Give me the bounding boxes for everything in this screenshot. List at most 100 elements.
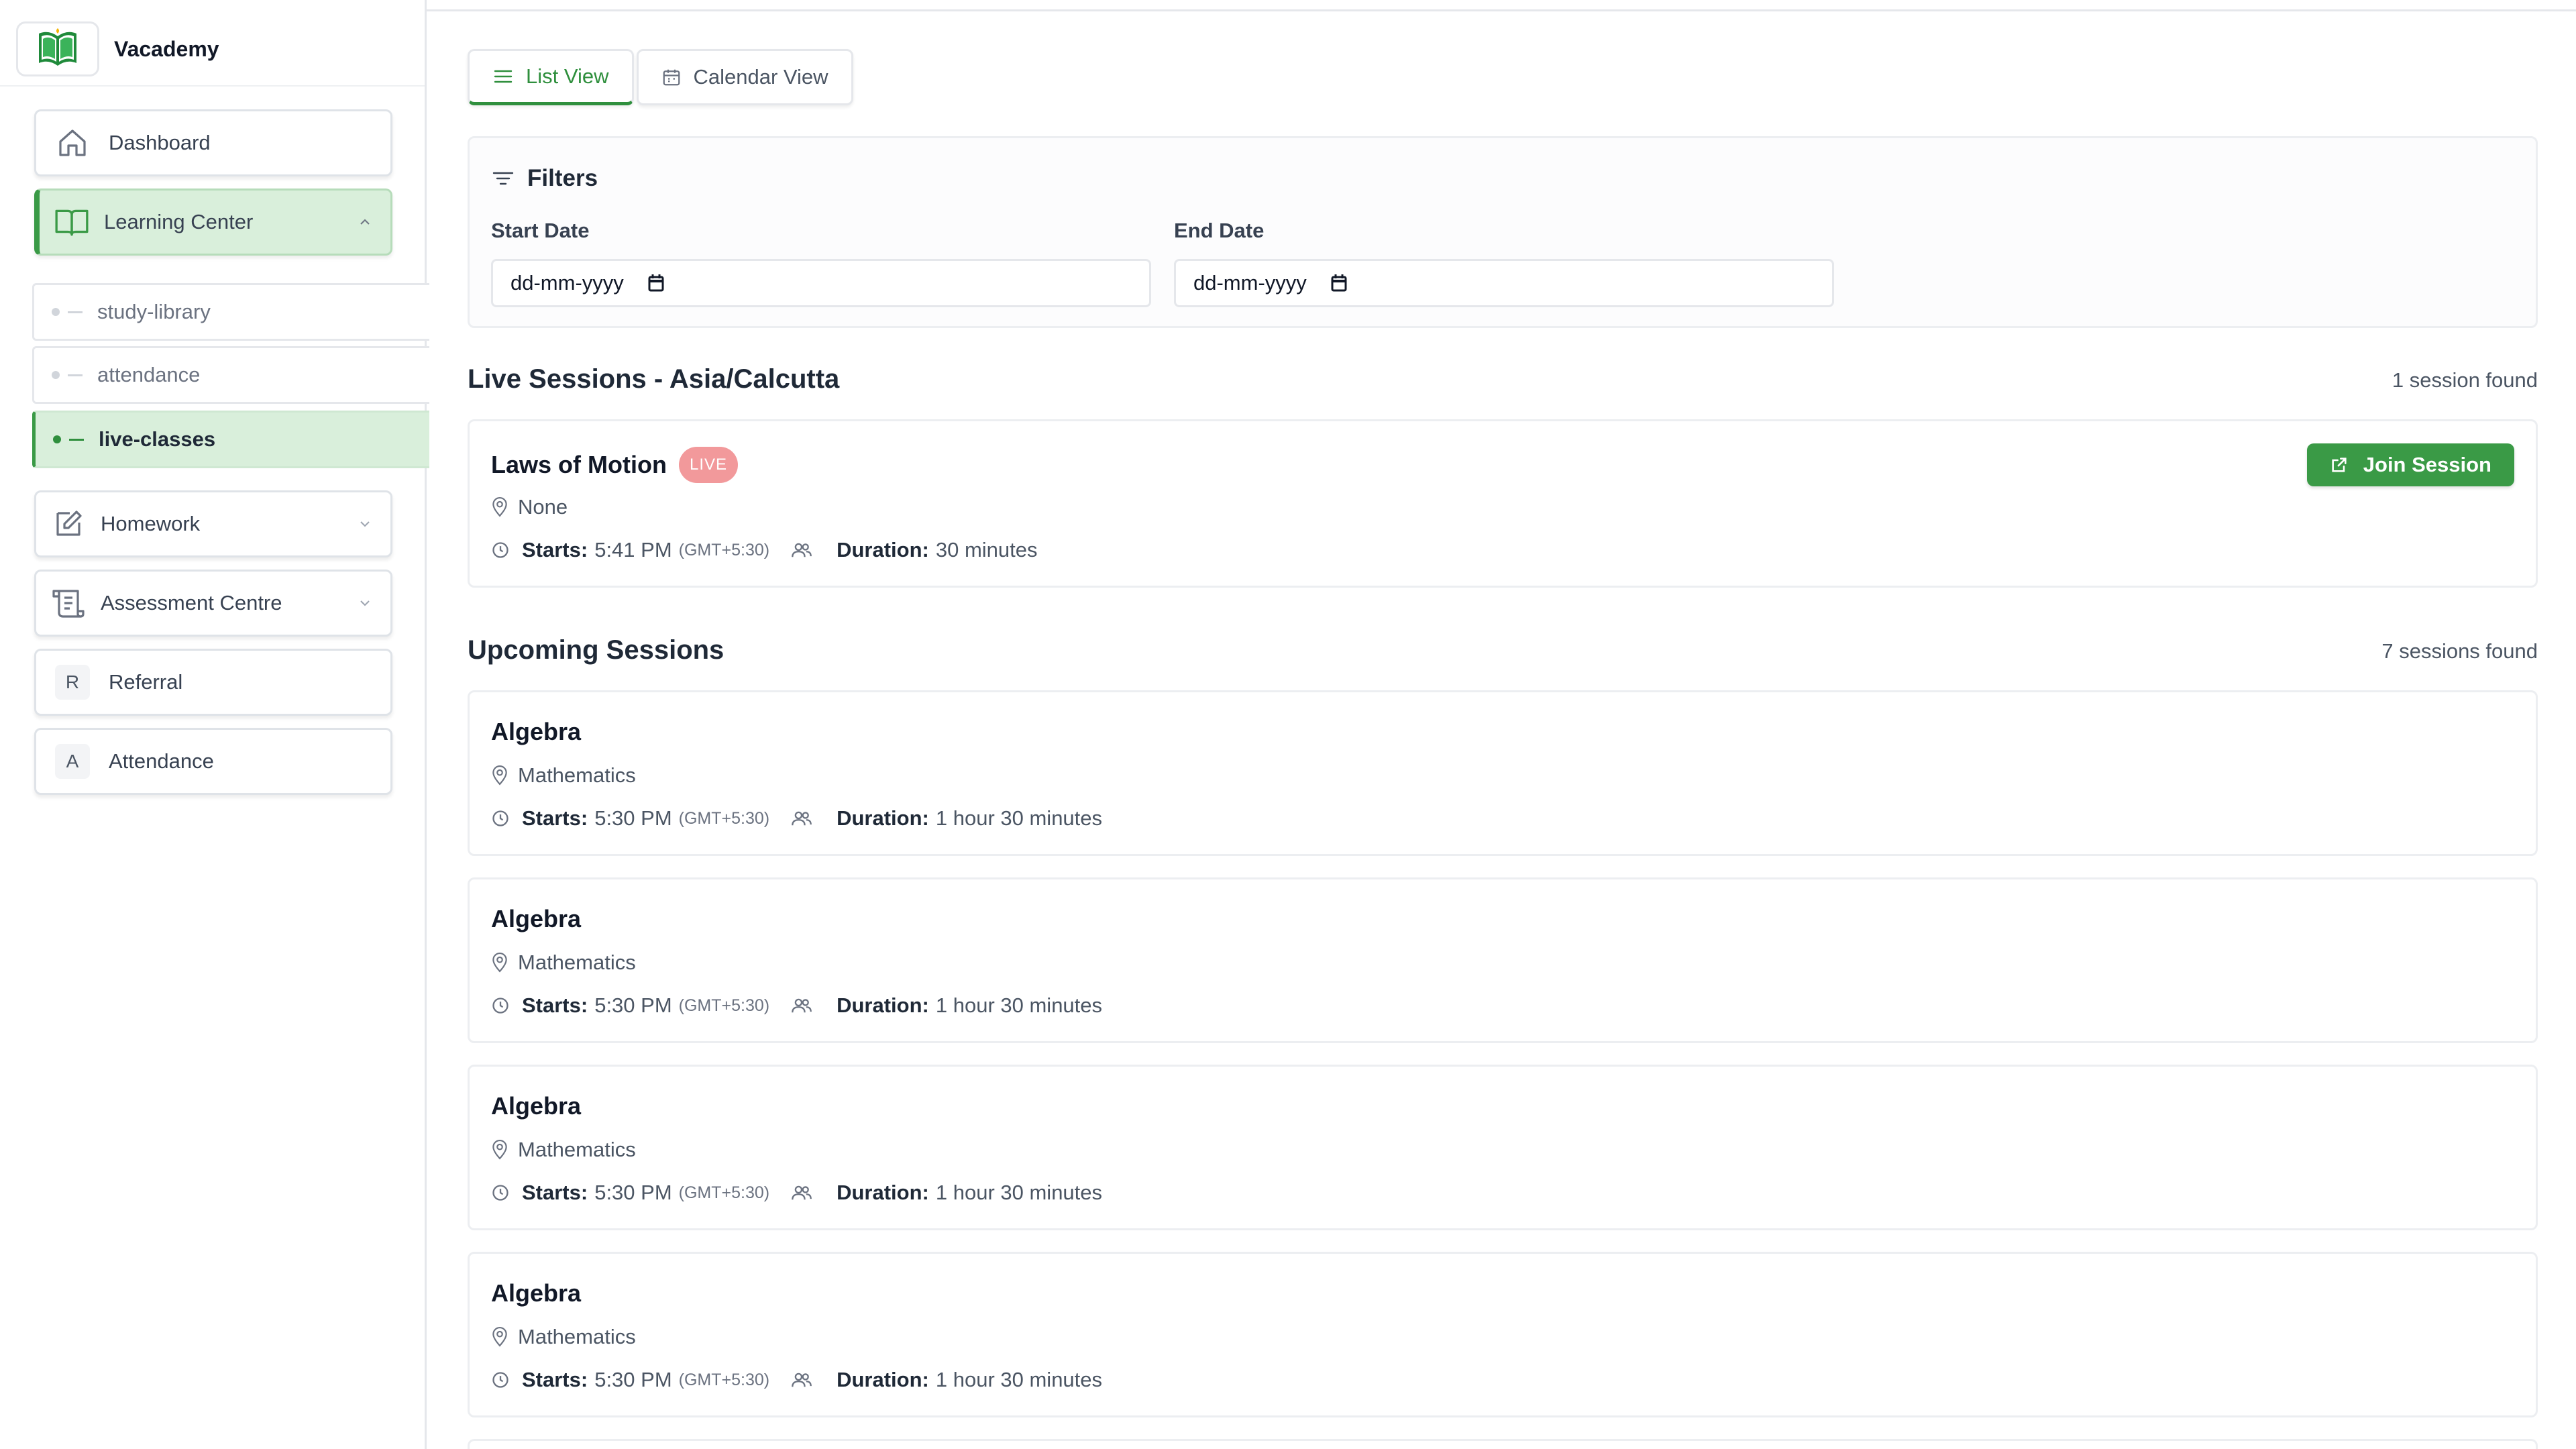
session-location: None [491,495,568,519]
list-view-label: List View [526,64,609,88]
sidebar-item-dashboard[interactable]: Dashboard [34,109,392,176]
calendar-picker-icon[interactable] [1330,273,1348,293]
session-location-text: Mathematics [518,763,636,787]
duration-label: Duration: [837,994,929,1017]
calendar-view-label: Calendar View [693,65,828,89]
users-icon [791,541,824,559]
sidebar-item-label: Learning Center [104,210,254,233]
clock-icon [491,541,522,559]
clock-icon [491,1371,522,1389]
upcoming-session-card[interactable]: Algebra Mathematics Starts: 5:30 PM (GMT… [468,877,2538,1043]
users-icon [791,810,824,827]
live-badge: LIVE [678,447,738,483]
sidebar-item-learning-center[interactable]: Learning Center [34,189,392,256]
list-icon [492,68,526,85]
bullet-icon [53,435,61,443]
session-timezone: (GMT+5:30) [678,1183,770,1202]
session-location: Mathematics [491,763,636,788]
sidebar-subitem-live-classes[interactable]: live-classes [32,411,429,468]
sidebar-item-homework[interactable]: Homework [34,490,392,557]
duration-label: Duration: [837,538,929,561]
start-date-input[interactable]: dd-mm-yyyy [491,259,1151,307]
starts-label: Starts: [522,1181,588,1204]
bullet-icon [52,308,60,316]
start-date-label: Start Date [491,219,590,242]
brand[interactable]: Vacademy [16,21,219,76]
session-timezone: (GMT+5:30) [678,540,770,559]
session-start-time: 5:41 PM [594,538,672,561]
letter-badge-icon: R [54,663,91,701]
end-date-label: End Date [1174,219,1265,242]
session-timezone: (GMT+5:30) [678,808,770,828]
start-date-value: dd-mm-yyyy [511,271,624,294]
chevron-up-icon [358,218,372,226]
map-pin-icon [491,497,518,517]
header-divider [427,9,2576,11]
dash-icon [68,311,83,313]
filters-title: Filters [527,165,598,191]
live-sessions-title: Live Sessions - Asia/Calcutta [468,364,840,394]
session-duration-value: 1 hour 30 minutes [935,1181,1103,1204]
starts-label: Starts: [522,538,588,561]
map-pin-icon [491,1327,518,1347]
calendar-view-button[interactable]: Calendar View [636,49,853,105]
session-title: Laws of Motion [491,451,667,478]
duration-label: Duration: [837,1181,929,1204]
session-duration: Duration: 30 minutes [791,538,1038,562]
clock-icon [491,1183,522,1202]
list-view-button[interactable]: List View [468,49,634,105]
session-title-row: Algebra [491,905,581,933]
sidebar-subitem-attendance[interactable]: attendance [32,346,429,404]
session-duration: Duration: 1 hour 30 minutes [791,1181,1102,1205]
session-time-row: Starts: 5:30 PM (GMT+5:30) Duration: 1 h… [491,1368,1102,1392]
end-date-value: dd-mm-yyyy [1193,271,1307,294]
session-time-row: Starts: 5:30 PM (GMT+5:30) Duration: 1 h… [491,1181,1102,1205]
starts-label: Starts: [522,994,588,1017]
session-title: Algebra [491,1279,582,1307]
clock-icon [491,809,522,828]
brand-name: Vacademy [114,36,219,61]
upcoming-sessions-title: Upcoming Sessions [468,635,724,665]
session-start-time: 5:30 PM [594,994,672,1017]
starts-label: Starts: [522,806,588,830]
external-link-icon [2330,455,2363,474]
session-location: Mathematics [491,951,636,975]
sidebar-item-referral[interactable]: R Referral [34,649,392,716]
map-pin-icon [491,765,518,786]
live-session-card[interactable]: Laws of Motion LIVE None Starts: 5:41 PM… [468,419,2538,588]
live-sessions-count: 1 session found [2392,368,2538,392]
join-session-button[interactable]: Join Session [2306,443,2514,486]
session-duration-value: 1 hour 30 minutes [935,806,1103,830]
upcoming-session-card[interactable]: Algebra Mathematics Starts: 5:30 PM (GMT… [468,1252,2538,1417]
open-book-logo-icon [16,21,99,76]
bullet-icon [52,371,60,379]
session-location: Mathematics [491,1138,636,1162]
sidebar-subitem-label: attendance [97,363,201,386]
session-duration-value: 1 hour 30 minutes [935,994,1103,1017]
divider [0,85,425,87]
attendance-badge: A [55,744,90,779]
sidebar-subitem-label: live-classes [99,427,216,451]
clock-icon [491,996,522,1015]
home-icon [54,124,91,162]
session-title-row: Algebra [491,718,581,746]
upcoming-session-card[interactable] [468,1439,2538,1449]
map-pin-icon [491,953,518,973]
dash-icon [68,374,83,376]
filter-icon [491,169,527,188]
duration-label: Duration: [837,806,929,830]
sidebar-item-assessment-centre[interactable]: Assessment Centre [34,570,392,637]
session-title-row: Laws of Motion LIVE [491,447,738,483]
sidebar-item-attendance[interactable]: A Attendance [34,728,392,795]
sidebar-subitem-study-library[interactable]: study-library [32,283,429,341]
upcoming-session-card[interactable]: Algebra Mathematics Starts: 5:30 PM (GMT… [468,690,2538,856]
upcoming-session-card[interactable]: Algebra Mathematics Starts: 5:30 PM (GMT… [468,1065,2538,1230]
calendar-picker-icon[interactable] [647,273,665,293]
end-date-input[interactable]: dd-mm-yyyy [1174,259,1834,307]
chevron-down-icon [358,520,372,528]
calendar-icon [661,67,694,87]
session-title: Algebra [491,905,582,932]
session-time-row: Starts: 5:30 PM (GMT+5:30) Duration: 1 h… [491,994,1102,1018]
session-location: Mathematics [491,1325,636,1349]
session-timezone: (GMT+5:30) [678,1370,770,1389]
